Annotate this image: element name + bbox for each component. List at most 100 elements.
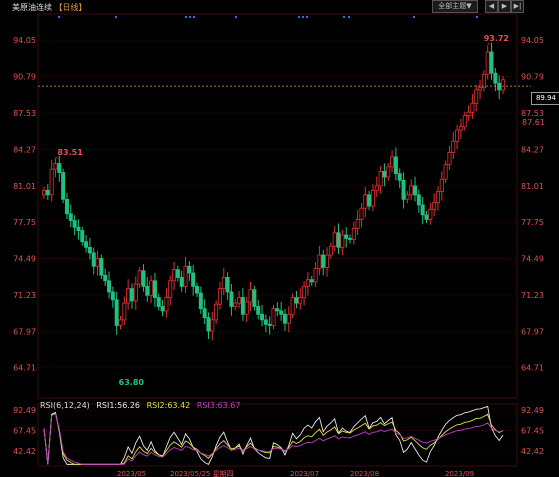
event-dot	[298, 16, 300, 18]
candle-body	[309, 279, 314, 283]
candle-body	[168, 280, 173, 298]
candle-body	[42, 189, 47, 196]
candle-body	[367, 194, 372, 207]
rsi3-line	[43, 413, 504, 465]
y-tick-right: 77.75	[521, 218, 544, 227]
candle-body	[409, 185, 414, 196]
x-axis-label: 2023/08	[350, 470, 379, 477]
candle-body	[275, 308, 280, 312]
candle-body	[428, 208, 433, 220]
rsi1-line	[43, 405, 504, 465]
candle-body	[378, 170, 383, 187]
candle-body	[156, 297, 161, 307]
y-tick-right: 94.05	[521, 36, 544, 45]
candle-body	[217, 288, 222, 305]
price-annotation: 63.80	[119, 378, 145, 387]
candle-body	[179, 277, 184, 287]
candle-body	[435, 191, 440, 204]
candle-body	[271, 308, 276, 326]
candle-body	[355, 218, 360, 229]
candle-body	[107, 280, 112, 293]
event-dot	[413, 16, 415, 18]
y-tick-left: 67.97	[13, 327, 36, 336]
y-tick-left: 77.75	[13, 218, 36, 227]
candle-body	[244, 301, 249, 315]
rsi1-value: RSI1:56.26	[96, 401, 141, 410]
price-annotation: 93.72	[484, 34, 509, 43]
candle-body	[313, 268, 318, 283]
candle-body	[474, 89, 479, 104]
candle-body	[53, 163, 58, 170]
candle-body	[202, 308, 207, 319]
candle-body	[126, 288, 131, 304]
candle-body	[175, 269, 180, 278]
candle-body	[103, 274, 108, 282]
candle-body	[87, 246, 92, 254]
y-tick-right: 90.79	[521, 73, 544, 82]
rsi-name: RSI(6,12,24)	[40, 401, 90, 410]
candle-body	[229, 291, 234, 307]
y-tick-right: 71.23	[521, 291, 544, 300]
rsi-tick-right: 92.49	[521, 406, 544, 415]
current-low-label: 87.61	[522, 118, 545, 127]
candle-body	[206, 317, 211, 332]
candle-body	[64, 198, 69, 215]
candle-body	[45, 189, 50, 196]
candle-body	[290, 297, 295, 315]
candle-body	[160, 306, 165, 312]
y-tick-left: 84.27	[13, 145, 36, 154]
candle-body	[401, 179, 406, 200]
candle-body	[386, 166, 391, 178]
candle-body	[99, 258, 104, 276]
candle-body	[237, 297, 242, 304]
current-price-tag: 89.94	[531, 92, 559, 105]
candle-body	[489, 51, 494, 74]
candle-body	[493, 72, 498, 84]
candle-body	[439, 178, 444, 192]
candle-body	[267, 323, 272, 326]
candle-body	[294, 297, 299, 304]
candle-body	[347, 237, 352, 240]
candle-body	[172, 269, 177, 282]
candle-body	[382, 170, 387, 178]
candle-body	[191, 272, 196, 287]
event-dot	[302, 16, 304, 18]
candle-body	[328, 245, 333, 256]
candle-body	[317, 254, 322, 269]
main-frame	[37, 13, 518, 399]
y-tick-left: 87.53	[13, 109, 36, 118]
candle-body	[149, 280, 154, 296]
rsi2-value: RSI2:63.42	[146, 401, 191, 410]
candle-body	[141, 270, 146, 287]
candle-body	[500, 79, 505, 91]
candle-body	[260, 313, 265, 321]
candle-body	[198, 292, 203, 310]
candle-body	[183, 265, 188, 287]
rsi-tick-right: 67.45	[521, 427, 544, 436]
y-tick-right: 67.97	[521, 327, 544, 336]
candle-body	[340, 234, 345, 248]
candle-body	[145, 285, 150, 296]
candle-body	[225, 277, 230, 293]
candle-body	[424, 214, 429, 220]
candle-body	[443, 164, 448, 180]
x-axis-label: 2023/05	[117, 470, 146, 477]
y-tick-left: 81.01	[13, 182, 36, 191]
event-dot	[348, 16, 350, 18]
rsi-tick-left: 42.42	[13, 447, 36, 456]
rsi3-value: RSI3:63.67	[196, 401, 241, 410]
candle-body	[164, 297, 169, 312]
candle-body	[95, 258, 100, 267]
candle-body	[282, 313, 287, 324]
y-tick-left: 74.49	[13, 255, 36, 264]
candle-body	[129, 288, 134, 302]
candle-body	[359, 207, 364, 220]
x-axis-label: 2023/05/25 星期四	[170, 470, 234, 477]
candle-body	[374, 185, 379, 191]
event-dot	[476, 16, 478, 18]
candle-body	[114, 299, 119, 326]
event-dot	[306, 16, 308, 18]
candle-body	[214, 303, 219, 321]
candle-body	[455, 129, 460, 142]
candle-body	[478, 87, 483, 91]
